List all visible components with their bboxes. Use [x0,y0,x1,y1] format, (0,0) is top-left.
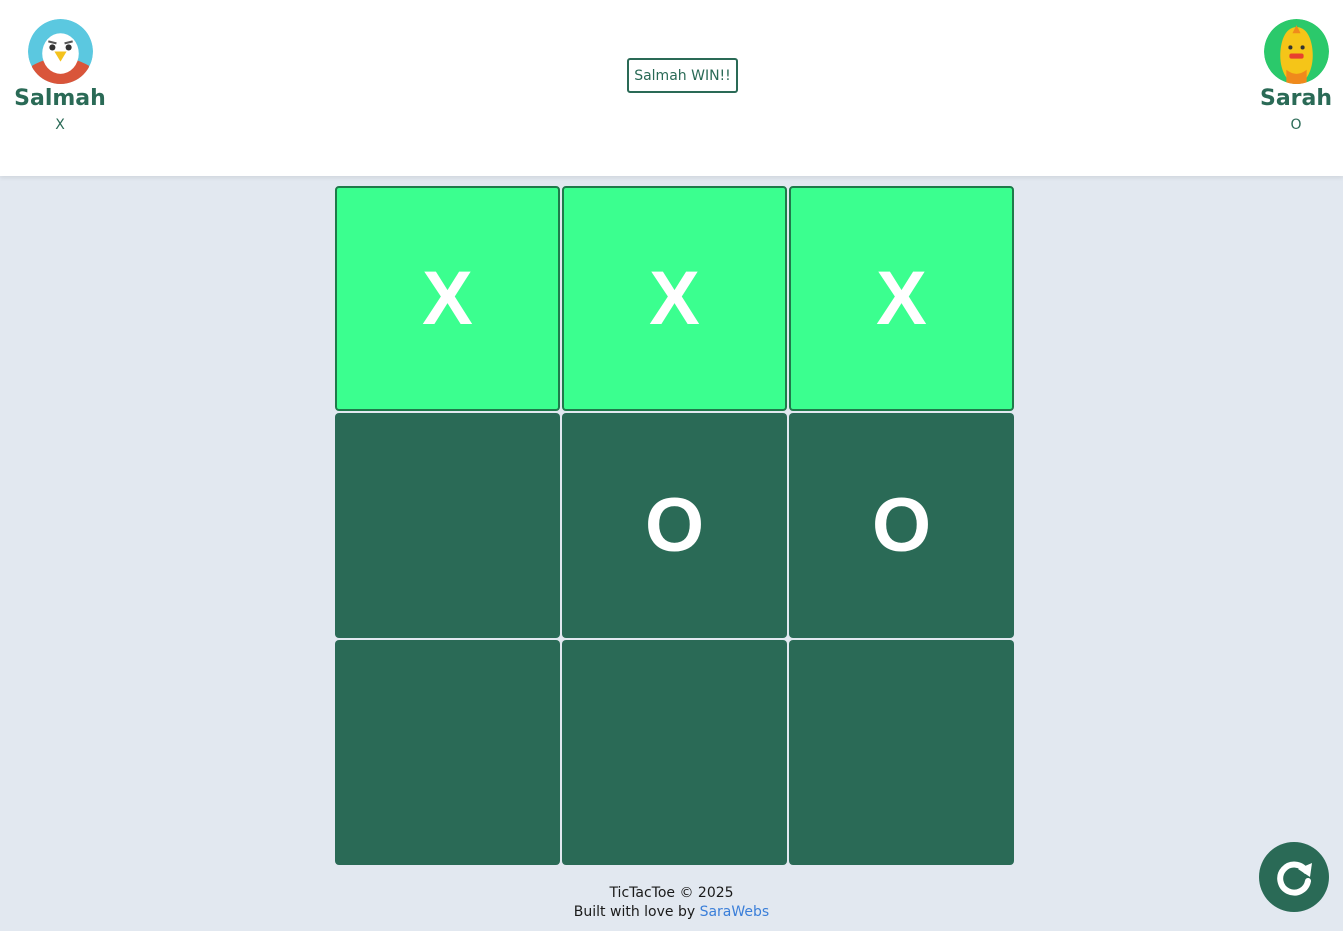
player-right-mark: O [1290,117,1302,133]
chick-avatar-icon [1263,19,1329,84]
status-badge: Salmah WIN!! [627,58,738,93]
sarawebs-link[interactable]: SaraWebs [700,904,770,920]
copyright-text: TicTacToe © 2025 [609,885,734,901]
restart-button[interactable] [1259,842,1329,912]
header-bar: Salmah X Salmah WIN!! Sarah O [0,0,1343,176]
eagle-avatar-icon [27,19,93,84]
board-cell-5[interactable]: O [562,413,787,638]
built-by-line: Built with love by SaraWebs [0,903,1343,922]
board-cell-8[interactable] [562,640,787,865]
board-cell-3[interactable]: X [789,186,1014,411]
board-cell-4[interactable] [335,413,560,638]
footer: TicTacToe © 2025 Built with love by Sara… [0,884,1343,922]
board-cell-1[interactable]: X [335,186,560,411]
player-left-name: Salmah [14,86,106,111]
player-left-mark: X [55,117,65,133]
board-cell-2[interactable]: X [562,186,787,411]
player-right: Sarah O [1241,19,1343,135]
built-by-text: Built with love by [573,904,700,920]
board-cell-7[interactable] [335,640,560,865]
player-right-name: Sarah [1259,86,1333,111]
player-left: Salmah X [5,19,115,135]
board-cell-9[interactable] [789,640,1014,865]
board-cell-6[interactable]: O [789,413,1014,638]
game-board: X X X O O [335,186,1014,865]
restart-icon [1277,861,1312,896]
